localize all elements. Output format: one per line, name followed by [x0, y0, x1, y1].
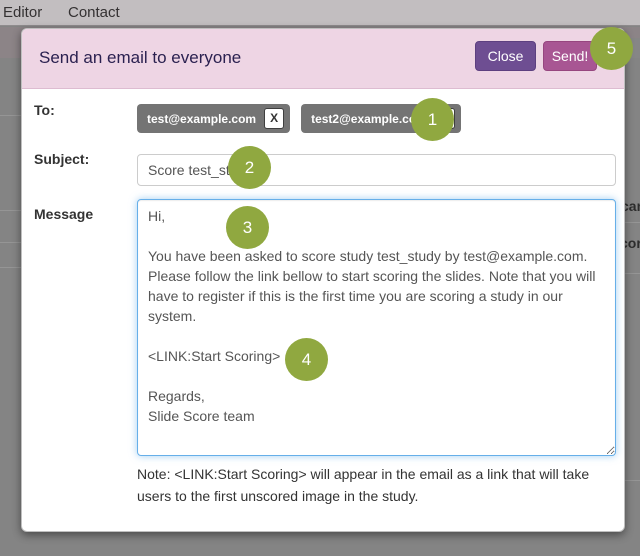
send-email-modal: Send an email to everyone Close Send! To…	[21, 28, 625, 532]
background-table-row-divider	[0, 242, 21, 243]
nav-item-editor[interactable]: Editor	[3, 4, 42, 21]
recipient-chip: test@example.com X	[137, 104, 291, 133]
subject-label: Subject:	[34, 151, 90, 167]
nav-item-contact[interactable]: Contact	[68, 4, 120, 21]
message-label: Message	[34, 206, 94, 222]
background-table-row-divider	[623, 222, 640, 223]
modal-header: Send an email to everyone Close Send!	[22, 29, 624, 89]
top-navbar: Editor Contact	[0, 0, 640, 26]
background-table-row-divider	[0, 267, 21, 268]
note-text: Note: <LINK:Start Scoring> will appear i…	[137, 466, 590, 504]
recipient-email: test@example.com	[147, 111, 257, 126]
message-textarea[interactable]: Hi, You have been asked to score study t…	[137, 199, 616, 456]
annotation-badge-2: 2	[228, 146, 271, 189]
subject-input[interactable]	[137, 154, 616, 186]
annotation-badge-3: 3	[226, 206, 269, 249]
background-table-row-divider	[623, 480, 640, 481]
to-label: To:	[34, 102, 55, 118]
remove-recipient-button[interactable]: X	[264, 108, 285, 129]
recipient-email: test2@example.com	[311, 111, 427, 126]
send-button[interactable]: Send!	[543, 41, 597, 71]
annotation-badge-1: 1	[411, 98, 454, 141]
modal-title: Send an email to everyone	[39, 48, 242, 67]
background-table-row-divider	[0, 115, 21, 116]
close-button[interactable]: Close	[475, 41, 536, 71]
annotation-badge-4: 4	[285, 338, 328, 381]
background-table-row-divider	[623, 273, 640, 274]
background-table-row-divider	[0, 210, 21, 211]
annotation-badge-5: 5	[590, 27, 633, 70]
